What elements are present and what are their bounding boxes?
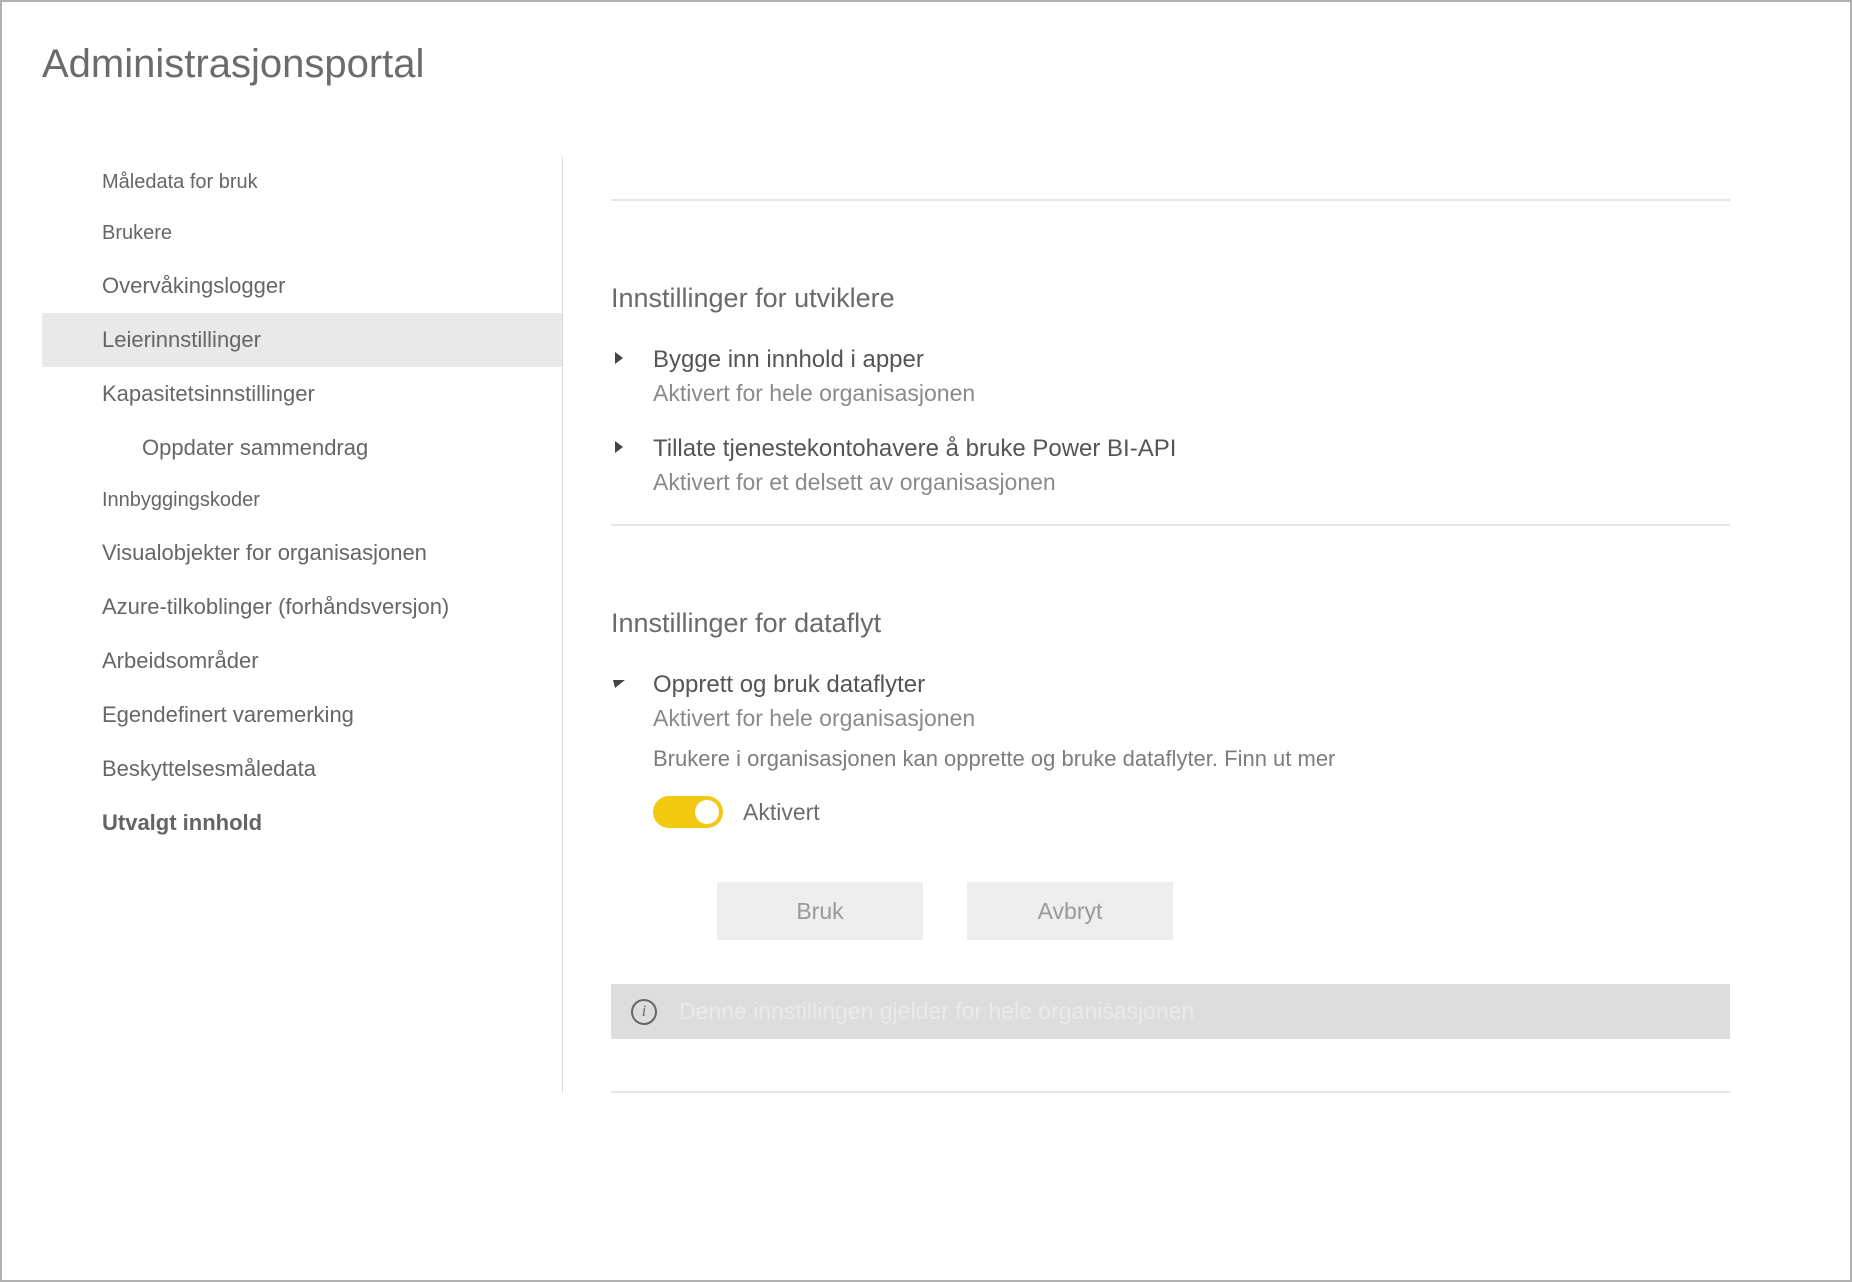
main-content: Innstillinger for utviklere Bygge inn in… <box>562 157 1850 1093</box>
sidebar-item-capacity-settings[interactable]: Kapasitetsinnstillinger <box>42 367 562 421</box>
sidebar-item-custom-branding[interactable]: Egendefinert varemerking <box>42 688 562 742</box>
sidebar-item-protection-metrics[interactable]: Beskyttelsesmåledata <box>42 742 562 796</box>
sidebar-item-org-visuals[interactable]: Visualobjekter for organisasjonen <box>42 526 562 580</box>
setting-title: Tillate tjenestekontohavere å bruke Powe… <box>653 435 1176 463</box>
sidebar-item-tenant-settings[interactable]: Leierinnstillinger <box>42 313 562 367</box>
sidebar: Måledata for bruk Brukere Overvåkingslog… <box>42 157 562 1093</box>
chevron-down-icon <box>611 671 653 696</box>
info-text: Denne innstillingen gjelder for hele org… <box>679 998 1194 1025</box>
chevron-right-icon <box>611 435 653 460</box>
apply-button[interactable]: Bruk <box>717 882 923 940</box>
sidebar-item-refresh-summary[interactable]: Oppdater sammendrag <box>42 421 562 475</box>
setting-subtitle: Aktivert for hele organisasjonen <box>653 380 975 407</box>
info-icon: i <box>631 999 657 1025</box>
section-title-developers: Innstillinger for utviklere <box>611 283 1730 314</box>
section-title-dataflow: Innstillinger for dataflyt <box>611 608 1730 639</box>
toggle-enabled[interactable] <box>653 796 723 828</box>
setting-subtitle: Aktivert for et delsett av organisasjone… <box>653 469 1176 496</box>
setting-create-dataflows[interactable]: Opprett og bruk dataflyter Aktivert for … <box>611 671 1730 1039</box>
chevron-right-icon <box>611 346 653 371</box>
setting-title: Bygge inn innhold i apper <box>653 346 975 374</box>
setting-service-principals[interactable]: Tillate tjenestekontohavere å bruke Powe… <box>611 435 1730 496</box>
toggle-label: Aktivert <box>743 799 820 826</box>
page-title: Administrasjonsportal <box>42 42 1850 87</box>
sidebar-item-audit-logs[interactable]: Overvåkingslogger <box>42 259 562 313</box>
setting-description: Brukere i organisasjonen kan opprette og… <box>653 746 1730 772</box>
sidebar-item-embed-codes[interactable]: Innbyggingskoder <box>42 475 562 526</box>
sidebar-item-users[interactable]: Brukere <box>42 208 562 259</box>
info-bar: i Denne innstillingen gjelder for hele o… <box>611 984 1730 1039</box>
sidebar-item-usage-metrics[interactable]: Måledata for bruk <box>42 157 562 208</box>
setting-subtitle: Aktivert for hele organisasjonen <box>653 705 1730 732</box>
setting-embed-content[interactable]: Bygge inn innhold i apper Aktivert for h… <box>611 346 1730 407</box>
sidebar-item-azure-connections[interactable]: Azure-tilkoblinger (forhåndsversjon) <box>42 580 562 634</box>
sidebar-item-featured-content[interactable]: Utvalgt innhold <box>42 796 562 850</box>
sidebar-item-workspaces[interactable]: Arbeidsområder <box>42 634 562 688</box>
setting-title: Opprett og bruk dataflyter <box>653 671 1730 699</box>
cancel-button[interactable]: Avbryt <box>967 882 1173 940</box>
